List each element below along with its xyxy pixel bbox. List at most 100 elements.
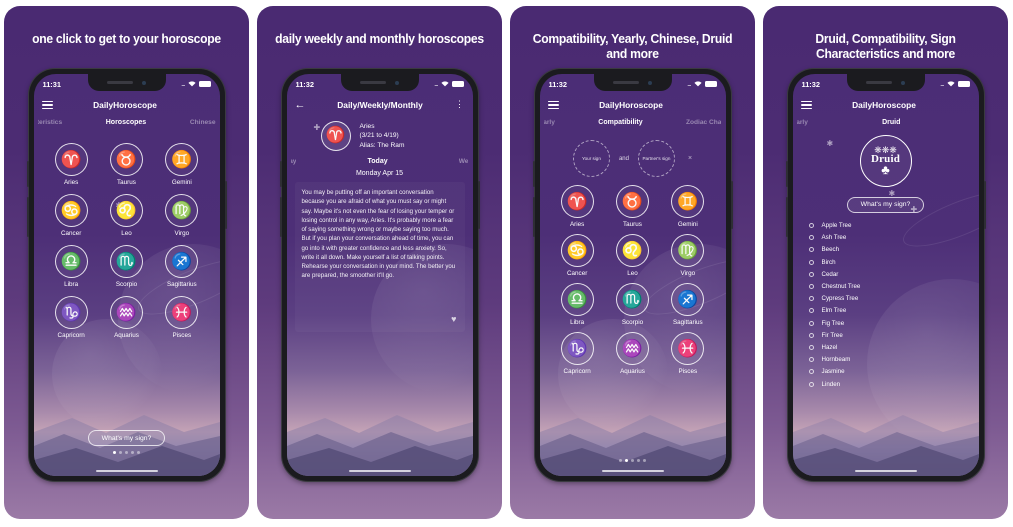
tab-zodiac-chart[interactable]: Zodiac Cha: [686, 119, 722, 126]
zodiac-item-taurus[interactable]: ♉ Taurus: [99, 143, 154, 186]
page-dot[interactable]: [113, 451, 116, 454]
your-sign-selector[interactable]: Your sign: [572, 140, 610, 177]
tree-option-apple-tree[interactable]: Apple Tree: [808, 220, 979, 232]
cta-area: What's my sign?: [793, 193, 979, 213]
close-icon[interactable]: ×: [688, 155, 692, 162]
taurus-icon: ♉: [615, 185, 649, 218]
tree-option-elm-tree[interactable]: Elm Tree: [808, 305, 979, 317]
zodiac-label: Aries: [63, 179, 79, 186]
zodiac-item-aquarius[interactable]: ♒ Aquarius: [605, 332, 660, 375]
zodiac-item-gemini[interactable]: ♊ Gemini: [154, 143, 209, 186]
status-bar: 11:31 ....: [34, 74, 220, 94]
tab-druid[interactable]: Druid: [882, 119, 900, 126]
status-time: 11:32: [295, 79, 315, 89]
whats-my-sign-button[interactable]: What's my sign?: [87, 430, 166, 446]
tab-week[interactable]: We: [459, 158, 469, 165]
tree-option-linden[interactable]: Linden: [808, 378, 979, 390]
page-dot[interactable]: [643, 459, 646, 462]
zodiac-item-scorpio[interactable]: ♏ Scorpio: [605, 283, 660, 326]
tree-option-hornbeam[interactable]: Hornbeam: [808, 354, 979, 366]
zodiac-item-libra[interactable]: ♎ Libra: [550, 283, 605, 326]
tree-option-ash-tree[interactable]: Ash Tree: [808, 232, 979, 244]
home-indicator[interactable]: [95, 469, 158, 472]
page-dot[interactable]: [125, 451, 128, 454]
home-indicator[interactable]: [854, 469, 917, 472]
signal-icon: ....: [434, 80, 438, 88]
app-bar: DailyHoroscope: [34, 94, 220, 116]
phone-notch: [340, 74, 419, 91]
status-indicators: ....: [687, 81, 717, 88]
tab-sign-characteristics[interactable]: acteristics: [38, 119, 63, 126]
page-dot[interactable]: [637, 459, 640, 462]
zodiac-item-taurus[interactable]: ♉ Taurus: [605, 185, 660, 228]
page-dot[interactable]: [119, 451, 122, 454]
home-indicator[interactable]: [601, 469, 664, 472]
partner-sign-selector[interactable]: Partner's sign: [637, 140, 675, 177]
phone-mockup: 11:32 .... DailyHoroscope arly Compatibi…: [532, 69, 733, 481]
druid-tree-list: Apple Tree Ash Tree Beech Birch Cedar Ch…: [793, 213, 979, 391]
hamburger-icon[interactable]: [800, 100, 812, 110]
tree-option-fig-tree[interactable]: Fig Tree: [808, 317, 979, 329]
tab-yesterday[interactable]: rday: [291, 158, 297, 165]
zodiac-item-virgo[interactable]: ♍ Virgo: [154, 194, 209, 237]
zodiac-item-pisces[interactable]: ♓ Pisces: [660, 332, 715, 375]
compatibility-selector: Your sign and Partner's sign ×: [540, 131, 726, 181]
page-dot[interactable]: [631, 459, 634, 462]
tab-yearly[interactable]: Yearly: [797, 119, 808, 126]
tab-today[interactable]: Today: [368, 158, 388, 165]
earpiece-speaker: [107, 81, 133, 84]
tree-option-beech[interactable]: Beech: [808, 244, 979, 256]
battery-icon: [957, 81, 970, 87]
whats-my-sign-button[interactable]: What's my sign?: [846, 196, 925, 213]
tab-horoscopes[interactable]: Horoscopes: [106, 119, 146, 126]
radio-icon: [808, 308, 814, 314]
tree-option-cypress-tree[interactable]: Cypress Tree: [808, 293, 979, 305]
zodiac-item-capricorn[interactable]: ♑ Capricorn: [44, 296, 99, 339]
zodiac-item-aquarius[interactable]: ♒ Aquarius: [99, 296, 154, 339]
zodiac-item-aries[interactable]: ♈ Aries: [44, 143, 99, 186]
tree-option-chestnut-tree[interactable]: Chestnut Tree: [808, 280, 979, 292]
zodiac-item-scorpio[interactable]: ♏ Scorpio: [99, 245, 154, 288]
page-dot[interactable]: [625, 459, 628, 462]
zodiac-item-cancer[interactable]: ♋ Cancer: [44, 194, 99, 237]
zodiac-item-sagittarius[interactable]: ♐ Sagittarius: [154, 245, 209, 288]
zodiac-item-libra[interactable]: ♎ Libra: [44, 245, 99, 288]
zodiac-item-virgo[interactable]: ♍ Virgo: [660, 234, 715, 277]
back-arrow-icon[interactable]: ←: [295, 99, 306, 111]
kebab-menu-icon[interactable]: ⋮: [455, 99, 465, 109]
tree-option-hazel[interactable]: Hazel: [808, 341, 979, 353]
tab-yearly[interactable]: Yearly: [544, 119, 555, 126]
status-bar: 11:32 ....: [540, 74, 726, 94]
tree-option-cedar[interactable]: Cedar: [808, 268, 979, 280]
page-dot[interactable]: [131, 451, 134, 454]
front-camera: [648, 80, 652, 85]
zodiac-item-pisces[interactable]: ♓ Pisces: [154, 296, 209, 339]
conjunction-label: and: [618, 155, 629, 162]
earpiece-speaker: [360, 81, 386, 84]
zodiac-item-aries[interactable]: ♈ Aries: [550, 185, 605, 228]
home-indicator[interactable]: [348, 469, 411, 472]
zodiac-grid: ♈ Aries ♉ Taurus ♊ Gemini ♋ Cancer ♌ Leo ♍ Vir…: [540, 181, 726, 375]
zodiac-item-gemini[interactable]: ♊ Gemini: [660, 185, 715, 228]
page-dot[interactable]: [137, 451, 140, 454]
zodiac-item-sagittarius[interactable]: ♐ Sagittarius: [660, 283, 715, 326]
tab-compatibility[interactable]: Compatibility: [598, 119, 642, 126]
hamburger-icon[interactable]: [547, 100, 559, 110]
foliage-icon: ❋❋❋: [874, 145, 897, 156]
heart-icon[interactable]: ♥: [451, 313, 456, 327]
page-dot[interactable]: [619, 459, 622, 462]
wifi-icon: [946, 81, 955, 87]
aries-icon: ♈: [54, 143, 88, 176]
tree-option-birch[interactable]: Birch: [808, 256, 979, 268]
tree-option-jasmine[interactable]: Jasmine: [808, 366, 979, 378]
sign-alias: Alias: The Ram: [359, 141, 405, 149]
tab-bar: rday Today We: [287, 155, 473, 170]
zodiac-item-capricorn[interactable]: ♑ Capricorn: [550, 332, 605, 375]
zodiac-item-cancer[interactable]: ♋ Cancer: [550, 234, 605, 277]
tree-option-fir-tree[interactable]: Fir Tree: [808, 329, 979, 341]
earpiece-speaker: [866, 81, 892, 84]
tab-chinese[interactable]: Chinese: [190, 119, 216, 126]
hamburger-icon[interactable]: [41, 100, 53, 110]
zodiac-item-leo[interactable]: ♌ Leo: [605, 234, 660, 277]
zodiac-item-leo[interactable]: ♌ Leo: [99, 194, 154, 237]
